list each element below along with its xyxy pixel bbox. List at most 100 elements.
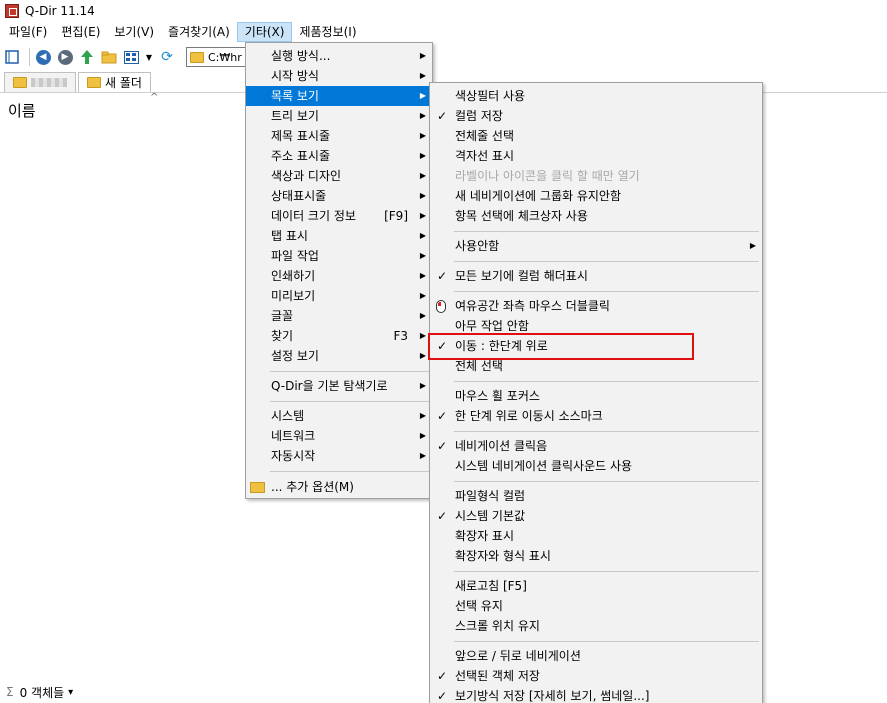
- menu-item-preview[interactable]: 미리보기 ▶: [246, 286, 432, 306]
- menu-separator: [454, 291, 759, 292]
- menu-separator: [270, 371, 429, 372]
- menu-separator: [270, 401, 429, 402]
- submenu-item-keep-selection[interactable]: 선택 유지: [430, 596, 762, 616]
- tab-hidden[interactable]: [4, 72, 76, 92]
- menu-item-list-view[interactable]: 목록 보기 ▶: [246, 86, 432, 106]
- extras-menu: 실행 방식... ▶ 시작 방식 ▶ 목록 보기 ▶ 트리 보기 ▶ 제목 표시줄 ▶ 주…: [245, 42, 433, 499]
- folder-icon: [13, 77, 27, 88]
- submenu-item-source-mark[interactable]: ✓ 한 단계 위로 이동시 소스마크: [430, 406, 762, 426]
- submenu-item-refresh[interactable]: 새로고침 [F5]: [430, 576, 762, 596]
- menu-separator: [454, 481, 759, 482]
- layout-icon[interactable]: [3, 48, 21, 66]
- submenu-item-wheel-focus[interactable]: 마우스 휠 포커스: [430, 386, 762, 406]
- view-mode-icon[interactable]: [122, 48, 140, 66]
- submenu-item-save-view-mode[interactable]: ✓ 보기방식 저장 [자세히 보기, 썸네일...]: [430, 686, 762, 703]
- toolbar-divider: [29, 48, 30, 66]
- submenu-item-save-selected[interactable]: ✓ 선택된 객체 저장: [430, 666, 762, 686]
- menu-item-start-mode[interactable]: 시작 방식 ▶: [246, 66, 432, 86]
- submenu-item-keep-scroll[interactable]: 스크롤 위치 유지: [430, 616, 762, 636]
- folder-icon: [190, 51, 204, 63]
- submenu-item-disabled-mode[interactable]: 사용안함 ▶: [430, 236, 762, 256]
- submenu-item-no-grouping[interactable]: 새 네비게이션에 그룹화 유지안함: [430, 186, 762, 206]
- mouse-icon: [436, 300, 446, 313]
- menu-item-colors-design[interactable]: 색상과 디자인 ▶: [246, 166, 432, 186]
- folder-icon: [87, 77, 101, 88]
- menu-item-status-bar[interactable]: 상태표시줄 ▶: [246, 186, 432, 206]
- menu-item-tab-display[interactable]: 탭 표시 ▶: [246, 226, 432, 246]
- check-icon: ✓: [437, 109, 448, 123]
- menu-separator: [454, 571, 759, 572]
- submenu-item-file-type-column[interactable]: 파일형식 컬럼: [430, 486, 762, 506]
- menu-item-title-bar[interactable]: 제목 표시줄 ▶: [246, 126, 432, 146]
- submenu-item-double-click[interactable]: 여유공간 좌측 마우스 더블클릭: [430, 296, 762, 316]
- tab-new-folder[interactable]: 새 폴더: [78, 72, 151, 92]
- check-icon: ✓: [437, 689, 448, 703]
- submenu-item-open-on-click: 라벨이나 아이콘을 클릭 할 때만 열기: [455, 169, 640, 183]
- menu-item-network[interactable]: 네트워크 ▶: [246, 426, 432, 446]
- menu-item-default-explorer[interactable]: Q-Dir을 기본 탐색기로 ▶: [246, 376, 432, 396]
- submenu-item-extension-and-type[interactable]: 확장자와 형식 표시: [430, 546, 762, 566]
- menu-separator: [270, 471, 429, 472]
- menu-separator: [454, 381, 759, 382]
- submenu-item-nav-click-sound[interactable]: ✓ 네비게이션 클릭음: [430, 436, 762, 456]
- check-icon: ✓: [437, 409, 448, 423]
- title-bar: Q-Dir 11.14: [0, 0, 887, 21]
- submenu-item-column-headers[interactable]: ✓ 모든 보기에 컬럼 해더표시: [430, 266, 762, 286]
- submenu-item-system-click-sound[interactable]: 시스템 네비게이션 클릭사운드 사용: [430, 456, 762, 476]
- back-icon[interactable]: ◀: [34, 48, 52, 66]
- menu-item-tree-view[interactable]: 트리 보기 ▶: [246, 106, 432, 126]
- menu-edit[interactable]: 편집(E): [54, 22, 107, 42]
- object-count: 0 객체들: [19, 685, 65, 700]
- chevron-down-icon[interactable]: ▾: [68, 687, 73, 698]
- blurred-tab-label: [31, 78, 67, 87]
- highlight-box: [428, 333, 694, 360]
- menu-extras[interactable]: 기타(X): [236, 22, 293, 42]
- check-icon: ✓: [437, 669, 448, 683]
- toolbar: ◀ ▶ ▼ ⟳ C:₩hr: [0, 43, 887, 71]
- menu-item-address-bar[interactable]: 주소 표시줄 ▶: [246, 146, 432, 166]
- submenu-item-grid-lines[interactable]: 격자선 표시: [430, 146, 762, 166]
- menu-separator: [454, 231, 759, 232]
- submenu-item-save-columns[interactable]: ✓ 컬럼 저장: [430, 106, 762, 126]
- check-icon: ✓: [437, 269, 448, 283]
- forward-icon[interactable]: ▶: [56, 48, 74, 66]
- menu-item-file-ops[interactable]: 파일 작업 ▶: [246, 246, 432, 266]
- menu-separator: [454, 431, 759, 432]
- menu-item-view-settings[interactable]: 설정 보기 ▶: [246, 346, 432, 366]
- submenu-item-full-row-select[interactable]: 전체줄 선택: [430, 126, 762, 146]
- menu-bar: 파일(F) 편집(E) 보기(V) 즐겨찾기(A) 기타(X) 제품정보(I): [0, 21, 887, 43]
- menu-separator: [454, 261, 759, 262]
- menu-item-find[interactable]: 찾기 F3 ▶: [246, 326, 432, 346]
- menu-separator: [454, 641, 759, 642]
- address-text: C:₩hr: [208, 50, 242, 64]
- window-title: Q-Dir 11.14: [25, 3, 95, 18]
- sort-up-icon: ^: [150, 92, 159, 103]
- menu-item-system[interactable]: 시스템 ▶: [246, 406, 432, 426]
- up-folder-icon[interactable]: [78, 48, 96, 66]
- submenu-item-system-default[interactable]: ✓ 시스템 기본값: [430, 506, 762, 526]
- menu-file[interactable]: 파일(F): [2, 22, 54, 42]
- tab-label: 새 폴더: [105, 76, 142, 90]
- check-icon: ✓: [437, 509, 448, 523]
- sigma-icon: Σ: [6, 685, 14, 699]
- check-icon: ✓: [437, 439, 448, 453]
- menu-item-more-options[interactable]: ... 추가 옵션(M): [246, 477, 432, 497]
- app-icon: [5, 3, 19, 18]
- menu-item-run-mode[interactable]: 실행 방식... ▶: [246, 46, 432, 66]
- chevron-down-icon[interactable]: ▼: [144, 48, 154, 66]
- menu-item-print[interactable]: 인쇄하기 ▶: [246, 266, 432, 286]
- column-header-name[interactable]: 이름: [8, 100, 36, 121]
- menu-item-font[interactable]: 글꼴 ▶: [246, 306, 432, 326]
- menu-favorites[interactable]: 즐겨찾기(A): [161, 22, 237, 42]
- new-folder-icon[interactable]: [100, 48, 118, 66]
- submenu-item-color-filter[interactable]: 색상필터 사용: [430, 86, 762, 106]
- list-view-submenu: 색상필터 사용 ✓ 컬럼 저장 전체줄 선택 격자선 표시 라벨이나 아이콘을 클…: [429, 82, 763, 703]
- submenu-item-back-forward-nav[interactable]: 앞으로 / 뒤로 네비게이션: [430, 646, 762, 666]
- menu-item-autostart[interactable]: 자동시작 ▶: [246, 446, 432, 466]
- menu-view[interactable]: 보기(V): [107, 22, 161, 42]
- menu-item-data-size[interactable]: 데이터 크기 정보 [F9] ▶: [246, 206, 432, 226]
- submenu-item-checkboxes[interactable]: 항목 선택에 체크상자 사용: [430, 206, 762, 226]
- refresh-icon[interactable]: ⟳: [158, 48, 176, 66]
- menu-product-info[interactable]: 제품정보(I): [292, 22, 363, 42]
- submenu-item-show-extension[interactable]: 확장자 표시: [430, 526, 762, 546]
